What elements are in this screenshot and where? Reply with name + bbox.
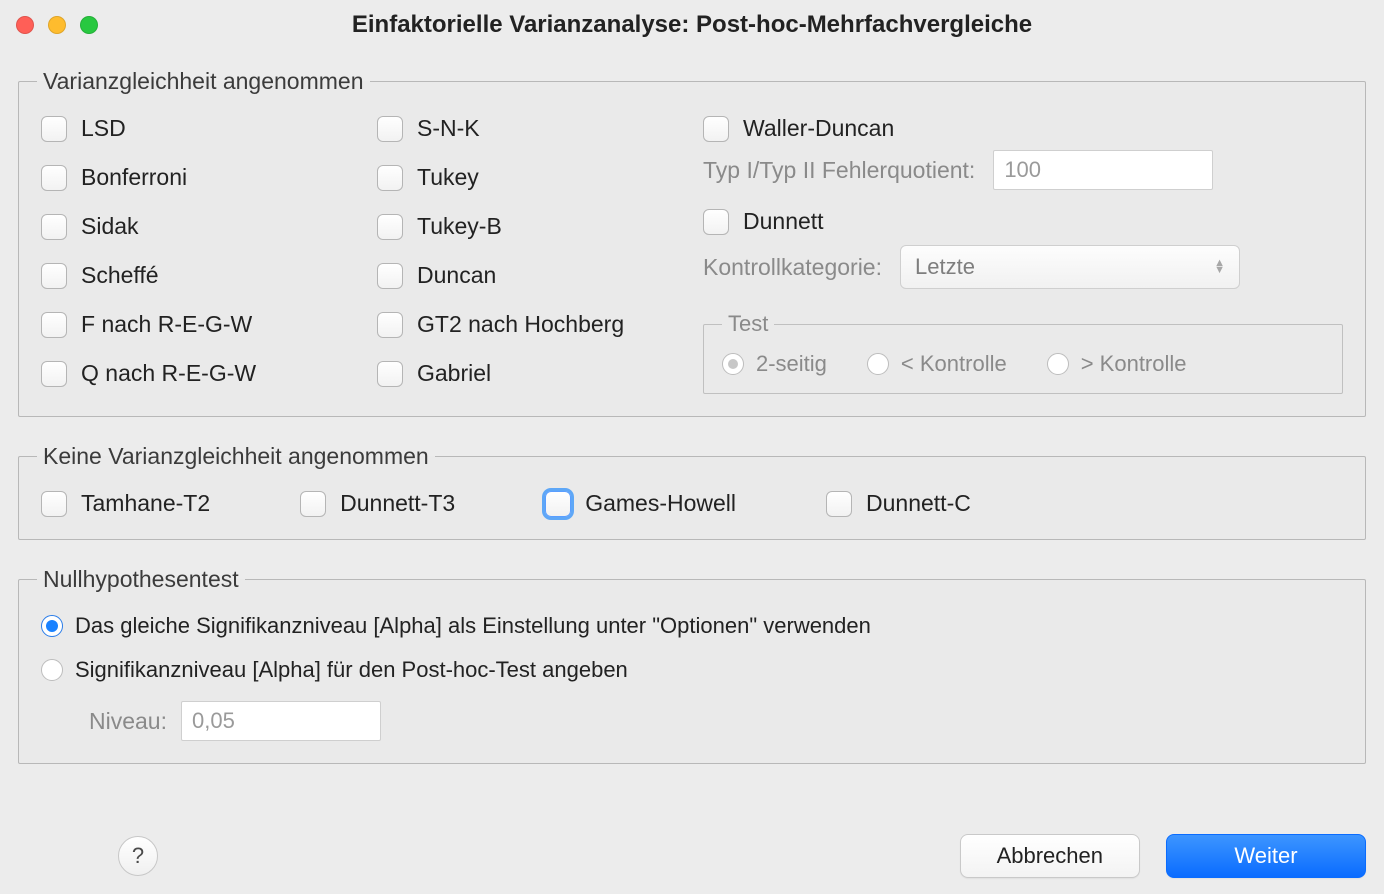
group-equal-variances: Varianzgleichheit angenommen LSD Bonferr… [18,68,1366,417]
checkbox-label: Tukey-B [417,213,502,240]
help-button[interactable]: ? [118,836,158,876]
checkbox-label: Waller-Duncan [743,115,894,142]
test-group-legend: Test [722,311,774,337]
checkbox-dunnett[interactable]: Dunnett [703,208,1343,235]
checkbox-label: S-N-K [417,115,480,142]
checkbox-tukey[interactable]: Tukey [377,164,697,191]
checkbox-hochberg-gt2[interactable]: GT2 nach Hochberg [377,311,697,338]
checkbox-tukey-b[interactable]: Tukey-B [377,213,697,240]
checkbox-label: Duncan [417,262,496,289]
equal-var-col3: Waller-Duncan Typ I/Typ II Fehlerquotien… [703,115,1343,394]
checkbox-label: LSD [81,115,126,142]
radio-label: < Kontrolle [901,351,1007,377]
checkbox-dunnett-c[interactable]: Dunnett-C [826,490,971,517]
dialog-title: Einfaktorielle Varianzanalyse: Post-hoc-… [0,11,1384,39]
checkbox-label: Dunnett-T3 [340,490,455,517]
level-input[interactable]: 0,05 [181,701,381,741]
checkbox-label: GT2 nach Hochberg [417,311,624,338]
test-group: Test 2-seitig < Kontrolle > Kontrolle [703,311,1343,394]
cancel-button[interactable]: Abbrechen [960,834,1140,878]
group-null-hypothesis-legend: Nullhypothesentest [37,566,245,593]
close-window-button[interactable] [16,16,34,34]
dialog-content: Varianzgleichheit angenommen LSD Bonferr… [0,50,1384,800]
checkbox-dunnett-t3[interactable]: Dunnett-T3 [300,490,455,517]
checkbox-regw-f[interactable]: F nach R-E-G-W [41,311,371,338]
level-label: Niveau: [89,708,167,735]
dialog-footer: ? Abbrechen Weiter [18,834,1366,878]
radio-use-options-alpha[interactable]: Das gleiche Signifikanzniveau [Alpha] al… [41,613,1343,639]
checkbox-waller-duncan[interactable]: Waller-Duncan [703,115,1343,142]
equal-var-col1: LSD Bonferroni Sidak Scheffé F nach R-E-… [41,115,371,387]
radio-two-sided[interactable]: 2-seitig [722,351,827,377]
checkbox-bonferroni[interactable]: Bonferroni [41,164,371,191]
select-value: Letzte [915,254,975,280]
radio-label: Das gleiche Signifikanzniveau [Alpha] al… [75,613,871,639]
radio-label: 2-seitig [756,351,827,377]
group-unequal-variances-legend: Keine Varianzgleichheit angenommen [37,443,435,470]
radio-label: > Kontrolle [1081,351,1187,377]
group-equal-variances-legend: Varianzgleichheit angenommen [37,68,370,95]
checkbox-gabriel[interactable]: Gabriel [377,360,697,387]
radio-label: Signifikanzniveau [Alpha] für den Post-h… [75,657,628,683]
checkbox-label: Scheffé [81,262,159,289]
continue-button[interactable]: Weiter [1166,834,1366,878]
checkbox-label: Q nach R-E-G-W [81,360,256,387]
checkbox-label: Tukey [417,164,479,191]
checkbox-label: Dunnett-C [866,490,971,517]
checkbox-tamhane-t2[interactable]: Tamhane-T2 [41,490,210,517]
ratio-input[interactable]: 100 [993,150,1213,190]
checkbox-label: Tamhane-T2 [81,490,210,517]
checkbox-label: Gabriel [417,360,491,387]
titlebar: Einfaktorielle Varianzanalyse: Post-hoc-… [0,0,1384,50]
checkbox-scheffe[interactable]: Scheffé [41,262,371,289]
control-category-select[interactable]: Letzte ▲▼ [900,245,1240,289]
checkbox-label: Sidak [81,213,139,240]
group-null-hypothesis: Nullhypothesentest Das gleiche Signifika… [18,566,1366,764]
checkbox-sidak[interactable]: Sidak [41,213,371,240]
radio-specify-alpha[interactable]: Signifikanzniveau [Alpha] für den Post-h… [41,657,1343,683]
group-unequal-variances: Keine Varianzgleichheit angenommen Tamha… [18,443,1366,540]
checkbox-regw-q[interactable]: Q nach R-E-G-W [41,360,371,387]
dialog-window: Einfaktorielle Varianzanalyse: Post-hoc-… [0,0,1384,894]
checkbox-snk[interactable]: S-N-K [377,115,697,142]
checkbox-label: Games-Howell [585,490,736,517]
window-controls [16,16,98,34]
chevron-updown-icon: ▲▼ [1214,260,1225,274]
control-category-label: Kontrollkategorie: [703,254,882,281]
checkbox-label: Bonferroni [81,164,187,191]
ratio-label: Typ I/Typ II Fehlerquotient: [703,157,975,184]
radio-lt-control[interactable]: < Kontrolle [867,351,1007,377]
checkbox-label: F nach R-E-G-W [81,311,252,338]
minimize-window-button[interactable] [48,16,66,34]
checkbox-label: Dunnett [743,208,824,235]
zoom-window-button[interactable] [80,16,98,34]
radio-gt-control[interactable]: > Kontrolle [1047,351,1187,377]
checkbox-duncan[interactable]: Duncan [377,262,697,289]
checkbox-games-howell[interactable]: Games-Howell [545,490,736,517]
checkbox-lsd[interactable]: LSD [41,115,371,142]
equal-var-col2: S-N-K Tukey Tukey-B Duncan GT2 nach Hoch… [377,115,697,387]
